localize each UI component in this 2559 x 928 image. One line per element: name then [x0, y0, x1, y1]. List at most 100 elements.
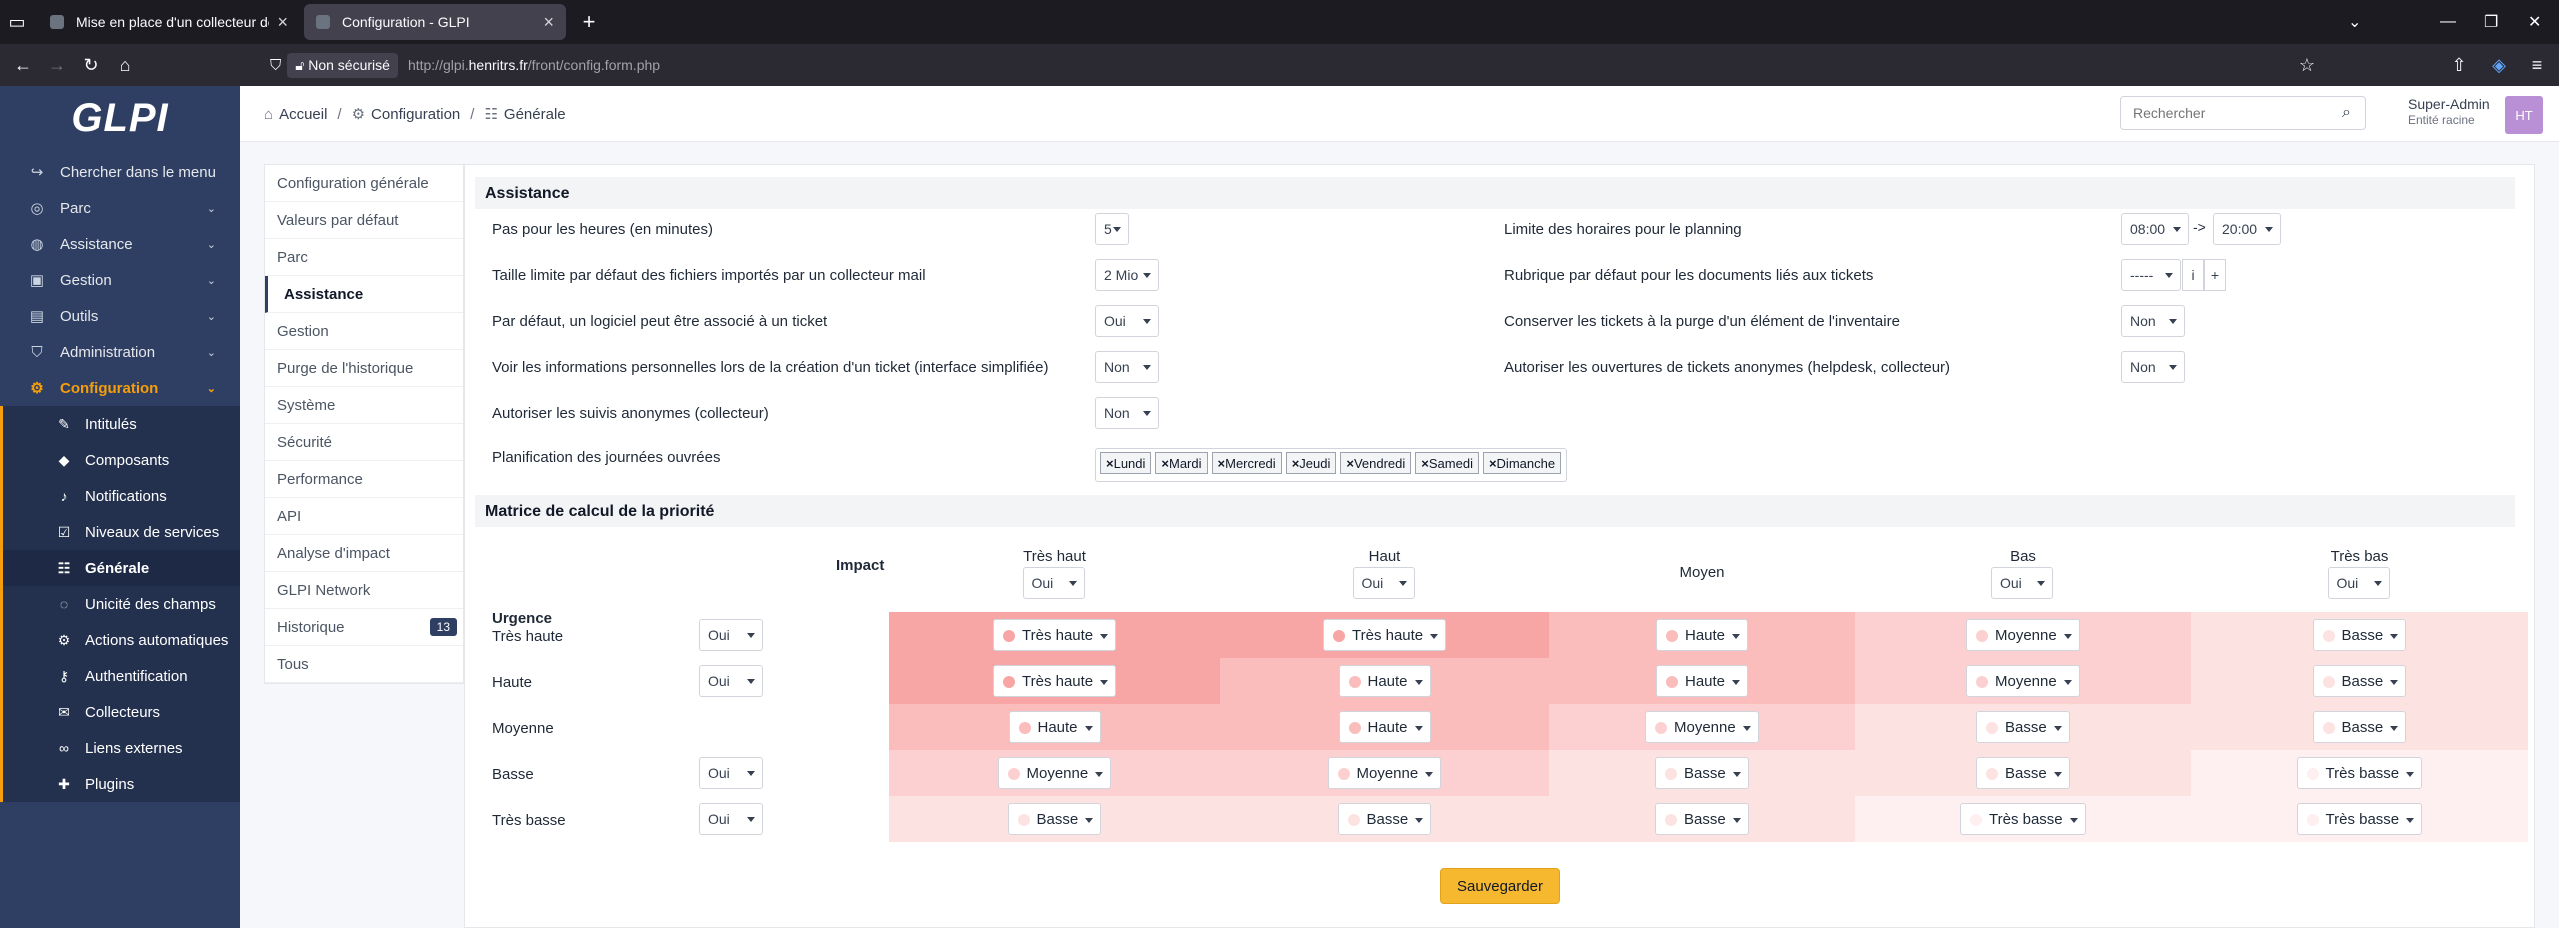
impact-enabled-select[interactable]: Oui [1022, 567, 1085, 599]
submenu-authentification[interactable]: ⚷ Authentification [3, 658, 240, 694]
tab-12[interactable]: Historique 13 [265, 609, 463, 646]
priority-select[interactable]: Basse [1976, 757, 2070, 789]
tab-1[interactable]: Valeurs par défaut [265, 202, 463, 239]
address-bar[interactable]: ⛉ 🔓︎ Non sécurisé http://glpi. henritrs.f… [270, 49, 2325, 81]
priority-select[interactable]: Basse [2312, 619, 2407, 651]
priority-select[interactable]: Basse [1655, 803, 1749, 835]
sidebar-item-assistance[interactable]: ◍ Assistance ⌄ [0, 226, 240, 262]
tab-5[interactable]: Purge de l'historique [265, 350, 463, 387]
priority-select[interactable]: Haute [1338, 665, 1431, 697]
day-tag[interactable]: ×Mardi [1155, 452, 1208, 474]
security-badge[interactable]: 🔓︎ Non sécurisé [287, 52, 398, 78]
priority-select[interactable]: Haute [1008, 711, 1101, 743]
tab-11[interactable]: GLPI Network [265, 572, 463, 609]
priority-select[interactable]: Très basse [1960, 803, 2086, 835]
maximize-icon[interactable]: ❐ [2484, 0, 2498, 44]
sidebar-item-administration[interactable]: ⛉ Administration ⌄ [0, 334, 240, 370]
submenu-intitules[interactable]: ✎ Intitulés [3, 406, 240, 442]
tab-6[interactable]: Système [265, 387, 463, 424]
sidebar-item-outils[interactable]: ▤ Outils ⌄ [0, 298, 240, 334]
breadcrumb-configuration[interactable]: Configuration [371, 106, 460, 123]
global-search-input[interactable] [2120, 96, 2366, 130]
planning-from-select[interactable]: 08:00 [2121, 213, 2189, 245]
step-select[interactable]: 5 [1095, 213, 1129, 245]
breadcrumb-generale[interactable]: Générale [504, 106, 566, 123]
submenu-liens-externes[interactable]: ∞ Liens externes [3, 730, 240, 766]
tab-7[interactable]: Sécurité [265, 424, 463, 461]
keep-tickets-select[interactable]: Non [2121, 305, 2185, 337]
impact-enabled-select[interactable]: Oui [2327, 567, 2390, 599]
urgency-enabled-select[interactable]: Oui [699, 619, 763, 651]
bitwarden-icon[interactable]: ◈ [2482, 55, 2516, 76]
software-select[interactable]: Oui [1095, 305, 1159, 337]
priority-select[interactable]: Très haute [993, 665, 1117, 697]
priority-select[interactable]: Haute [1656, 619, 1749, 651]
save-button[interactable]: Sauvegarder [1440, 868, 1560, 904]
tab-list-icon[interactable]: ▭ [0, 12, 34, 33]
priority-select[interactable]: Très basse [2296, 757, 2423, 789]
avatar[interactable]: HT [2505, 96, 2543, 134]
tab-10[interactable]: Analyse d'impact [265, 535, 463, 572]
urgency-enabled-select[interactable]: Oui [699, 665, 763, 697]
sidebar-item-configuration[interactable]: ⚙ Configuration ⌄ [0, 370, 240, 406]
browser-tab[interactable]: Mise en place d'un collecteur de × [38, 4, 300, 40]
impact-enabled-select[interactable]: Oui [1352, 567, 1415, 599]
priority-select[interactable]: Haute [1338, 711, 1431, 743]
day-tag[interactable]: ×Jeudi [1285, 452, 1337, 474]
sidebar-item-gestion[interactable]: ▣ Gestion ⌄ [0, 262, 240, 298]
priority-select[interactable]: Basse [1007, 803, 1102, 835]
tab-overflow-icon[interactable]: ⌄ [2348, 0, 2361, 44]
day-tag[interactable]: ×Samedi [1415, 452, 1479, 474]
priority-select[interactable]: Très haute [993, 619, 1117, 651]
urgency-enabled-select[interactable]: Oui [699, 803, 763, 835]
rubric-select[interactable]: ----- [2121, 259, 2181, 291]
priority-select[interactable]: Très basse [2296, 803, 2423, 835]
info-icon[interactable]: i [2182, 259, 2204, 291]
submenu-notifications[interactable]: ♪ Notifications [3, 478, 240, 514]
submenu-plugins[interactable]: ✚ Plugins [3, 766, 240, 802]
anon-followup-select[interactable]: Non [1095, 397, 1159, 429]
priority-select[interactable]: Moyenne [1966, 665, 2080, 697]
planning-to-select[interactable]: 20:00 [2213, 213, 2281, 245]
day-tag[interactable]: ×Lundi [1100, 452, 1152, 474]
personal-info-select[interactable]: Non [1095, 351, 1159, 383]
home-icon[interactable]: ⌂ [108, 55, 142, 76]
day-tag[interactable]: ×Dimanche [1482, 452, 1562, 474]
back-icon[interactable]: ← [6, 55, 40, 76]
tab-9[interactable]: API [265, 498, 463, 535]
priority-select[interactable]: Basse [2312, 665, 2407, 697]
priority-select[interactable]: Basse [1655, 757, 1749, 789]
priority-select[interactable]: Basse [1976, 711, 2070, 743]
add-rubric-icon[interactable]: + [2204, 259, 2226, 291]
submenu-unicite[interactable]: ◌ Unicité des champs [3, 586, 240, 622]
extensions-icon[interactable]: ⇧ [2442, 55, 2476, 76]
tab-3[interactable]: Assistance [265, 276, 463, 313]
impact-enabled-select[interactable]: Oui [1991, 567, 2053, 599]
minimize-icon[interactable]: — [2440, 0, 2456, 44]
tab-4[interactable]: Gestion [265, 313, 463, 350]
anon-open-select[interactable]: Non [2121, 351, 2185, 383]
menu-icon[interactable]: ≡ [2520, 55, 2554, 76]
priority-select[interactable]: Moyenne [997, 757, 1112, 789]
size-select[interactable]: 2 Mio [1095, 259, 1159, 291]
browser-tab-active[interactable]: Configuration - GLPI × [304, 4, 566, 40]
reload-icon[interactable]: ↻ [74, 55, 108, 76]
sidebar-item-parc[interactable]: ◎ Parc ⌄ [0, 190, 240, 226]
user-menu[interactable]: Super-Admin Entité racine [2408, 96, 2490, 128]
priority-select[interactable]: Haute [1656, 665, 1749, 697]
day-tag[interactable]: ×Mercredi [1211, 452, 1282, 474]
workdays-tags[interactable]: ×Lundi ×Mardi ×Mercredi ×Jeudi ×Vendredi… [1095, 448, 1567, 482]
priority-select[interactable]: Moyenne [1645, 711, 1759, 743]
new-tab-icon[interactable]: + [572, 9, 606, 35]
priority-select[interactable]: Basse [2312, 711, 2407, 743]
priority-select[interactable]: Basse [1337, 803, 1432, 835]
day-tag[interactable]: ×Vendredi [1340, 452, 1412, 474]
submenu-composants[interactable]: ◆ Composants [3, 442, 240, 478]
urgency-enabled-select[interactable]: Oui [699, 757, 763, 789]
tab-0[interactable]: Configuration générale [265, 165, 463, 202]
submenu-actions-automatiques[interactable]: ⚙ Actions automatiques [3, 622, 240, 658]
tab-13[interactable]: Tous [265, 646, 463, 683]
close-tab-icon[interactable]: × [277, 12, 288, 33]
close-window-icon[interactable]: ✕ [2528, 0, 2541, 44]
tab-8[interactable]: Performance [265, 461, 463, 498]
